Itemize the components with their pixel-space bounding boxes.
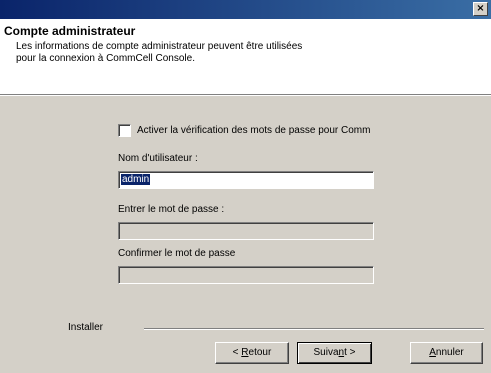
back-prefix: <	[232, 347, 242, 358]
password-check-option[interactable]: Activer la vérification des mots de pass…	[118, 124, 370, 137]
header-separator	[0, 94, 491, 96]
username-value: admin	[121, 174, 151, 185]
back-rest: etour	[248, 347, 272, 358]
page-title: Compte administrateur	[4, 24, 136, 38]
back-button[interactable]: < Retour	[215, 342, 289, 364]
next-button[interactable]: Suivant >	[297, 342, 372, 364]
header-panel: Compte administrateur Les informations d…	[0, 19, 491, 77]
confirm-password-label: Confirmer le mot de passe	[118, 248, 236, 259]
next-rest: t >	[344, 347, 356, 358]
next-prefix: Suiva	[313, 347, 339, 358]
password-label: Entrer le mot de passe :	[118, 204, 225, 215]
username-label: Nom d'utilisateur :	[118, 153, 198, 164]
page-description: Les informations de compte administrateu…	[16, 41, 303, 64]
cancel-rest: nnuler	[435, 347, 464, 358]
back-mnemonic: R	[241, 347, 249, 358]
close-button[interactable]: ×	[473, 2, 488, 16]
title-bar: ×	[0, 0, 491, 19]
install-separator	[144, 328, 484, 330]
confirm-password-field[interactable]	[118, 266, 374, 284]
password-field[interactable]	[118, 222, 374, 240]
close-icon: ×	[476, 3, 485, 14]
password-check-label: Activer la vérification des mots de pass…	[137, 125, 371, 136]
cancel-mnemonic: A	[429, 347, 436, 358]
cancel-button[interactable]: Annuler	[410, 342, 483, 364]
password-check-checkbox[interactable]	[118, 124, 131, 137]
install-group-label: Installer	[68, 322, 104, 333]
username-field[interactable]: admin	[118, 171, 374, 189]
